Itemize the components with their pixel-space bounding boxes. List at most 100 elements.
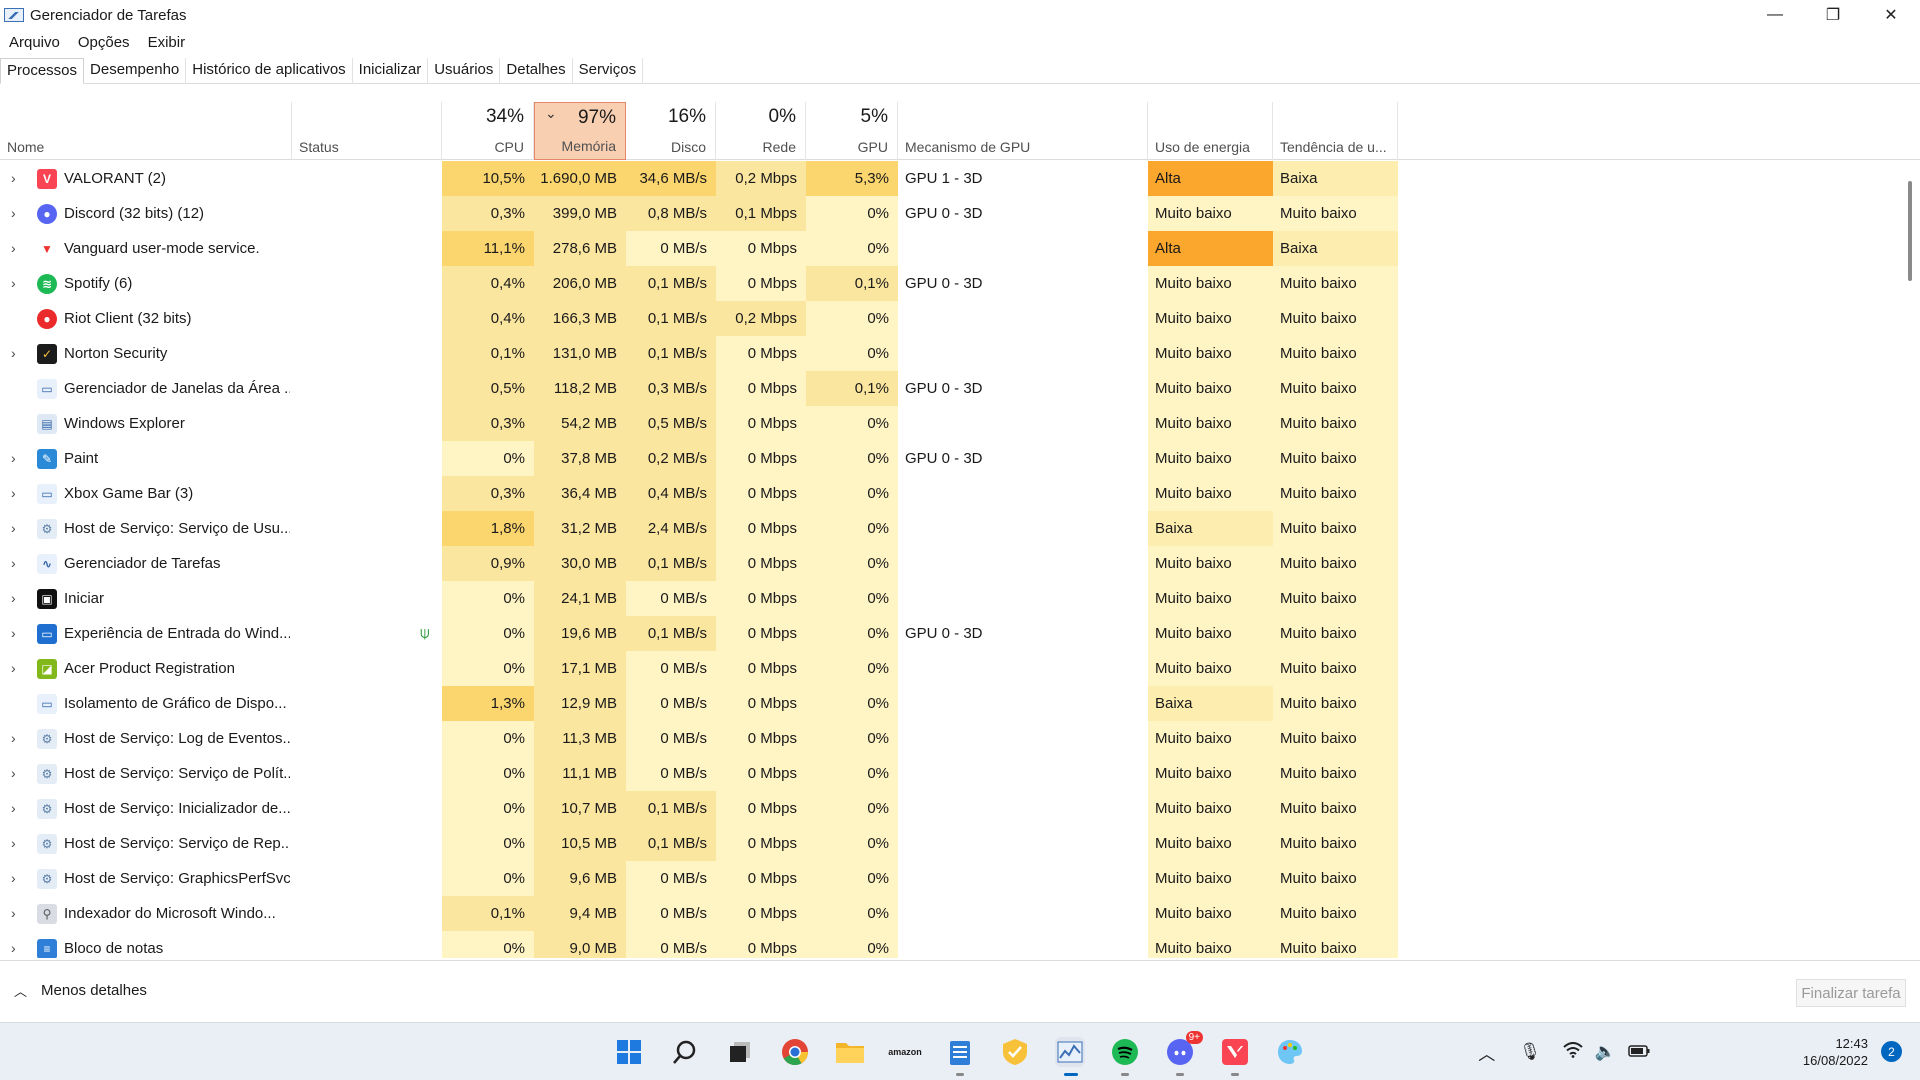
cell-cpu: 0% [442, 826, 534, 861]
windows-start-icon[interactable] [614, 1037, 644, 1067]
end-task-button[interactable]: Finalizar tarefa [1796, 979, 1906, 1007]
cell-cpu: 0,4% [442, 266, 534, 301]
column-header-disk[interactable]: 16% Disco [626, 102, 716, 160]
column-header-cpu[interactable]: 34% CPU [442, 102, 534, 160]
menu-opcoes[interactable]: Opções [69, 34, 139, 51]
spotify-icon[interactable] [1110, 1037, 1140, 1076]
valorant-icon: V [37, 169, 57, 189]
expand-chevron-icon[interactable]: › [11, 511, 16, 546]
expand-chevron-icon[interactable]: › [11, 231, 16, 266]
process-row[interactable]: ▭ Isolamento de Gráfico de Dispo... 1,3% 12… [0, 686, 1900, 721]
process-row[interactable]: › ▭ Xbox Game Bar (3) 0,3% 36,4 MB 0,4 MB/s 0 … [0, 476, 1900, 511]
norton-icon[interactable] [1000, 1037, 1030, 1067]
process-row[interactable]: › ◪ Acer Product Registration 0% 17,1 MB 0 MB… [0, 651, 1900, 686]
process-row[interactable]: › V VALORANT (2) 10,5% 1.690,0 MB 34,6 MB/s 0,… [0, 161, 1900, 196]
process-row[interactable]: › ⚙ Host de Serviço: Serviço de Usu... 1,8%… [0, 511, 1900, 546]
cell-power: Muito baixo [1148, 546, 1273, 581]
column-header-name[interactable]: Nome [0, 102, 292, 160]
chrome-icon[interactable] [780, 1037, 810, 1067]
network-total: 0% [768, 106, 796, 127]
expand-chevron-icon[interactable]: › [11, 266, 16, 301]
menu-arquivo[interactable]: Arquivo [0, 34, 69, 51]
column-header-status[interactable]: Status [292, 102, 442, 160]
tab-detalhes[interactable]: Detalhes [500, 58, 573, 84]
menu-exibir[interactable]: Exibir [139, 34, 195, 51]
task-manager-icon[interactable] [1055, 1037, 1085, 1076]
tab-servicos[interactable]: Serviços [573, 58, 644, 84]
column-header-network[interactable]: 0% Rede [716, 102, 806, 160]
cell-cpu: 1,3% [442, 686, 534, 721]
process-row[interactable]: › ≋ Spotify (6) 0,4% 206,0 MB 0,1 MB/s 0 Mbps 0… [0, 266, 1900, 301]
explorer-icon: ▤ [37, 414, 57, 434]
expand-chevron-icon[interactable]: › [11, 651, 16, 686]
cpu-total: 34% [485, 106, 524, 127]
cell-mem: 206,0 MB [534, 266, 626, 301]
process-row[interactable]: › ✓ Norton Security 0,1% 131,0 MB 0,1 MB/s 0 M… [0, 336, 1900, 371]
battery-icon[interactable] [1628, 1042, 1650, 1062]
valorant-icon[interactable] [1220, 1037, 1250, 1076]
process-row[interactable]: › ∿ Gerenciador de Tarefas 0,9% 30,0 MB 0,1 M… [0, 546, 1900, 581]
expand-chevron-icon[interactable]: › [11, 161, 16, 196]
close-button[interactable]: ✕ [1862, 0, 1920, 30]
expand-chevron-icon[interactable]: › [11, 791, 16, 826]
expand-chevron-icon[interactable]: › [11, 896, 16, 931]
expand-chevron-icon[interactable]: › [11, 196, 16, 231]
process-row[interactable]: › ⚙ Host de Serviço: Log de Eventos... 0% 11… [0, 721, 1900, 756]
process-row[interactable]: ▭ Gerenciador de Janelas da Área ... 0,5% 1… [0, 371, 1900, 406]
expand-chevron-icon[interactable]: › [11, 336, 16, 371]
paint-icon[interactable] [1275, 1037, 1305, 1067]
minimize-button[interactable]: — [1746, 0, 1804, 30]
cell-disk: 0 MB/s [626, 581, 716, 616]
volume-icon[interactable]: 🔈 [1595, 1042, 1616, 1062]
process-row[interactable]: › ▼ Vanguard user-mode service. 11,1% 278,6 … [0, 231, 1900, 266]
task-view-icon[interactable] [725, 1037, 755, 1067]
process-row[interactable]: › ▣ Iniciar 0% 24,1 MB 0 MB/s 0 Mbps 0% Muito ba… [0, 581, 1900, 616]
expand-chevron-icon[interactable]: › [11, 476, 16, 511]
column-header-gpu[interactable]: 5% GPU [806, 102, 898, 160]
search-icon[interactable] [670, 1037, 700, 1067]
wifi-icon[interactable] [1563, 1041, 1583, 1063]
tab-desempenho[interactable]: Desempenho [84, 58, 187, 84]
tab-usuarios[interactable]: Usuários [428, 58, 501, 84]
process-row[interactable]: › ● Discord (32 bits) (12) 0,3% 399,0 MB 0,8 … [0, 196, 1900, 231]
process-row[interactable]: › ⚲ Indexador do Microsoft Windo... 0,1% 9,4… [0, 896, 1900, 931]
discord-icon[interactable]: 9+ [1165, 1031, 1203, 1076]
expand-chevron-icon[interactable]: › [11, 931, 16, 958]
column-header-gpu-engine[interactable]: Mecanismo de GPU [898, 102, 1148, 160]
expand-chevron-icon[interactable]: › [11, 861, 16, 896]
column-header-power-trend[interactable]: Tendência de u... [1273, 102, 1398, 160]
expand-chevron-icon[interactable]: › [11, 826, 16, 861]
process-row[interactable]: › ⚙ Host de Serviço: Serviço de Polít... 0%… [0, 756, 1900, 791]
column-header-power[interactable]: Uso de energia [1148, 102, 1273, 160]
tab-inicializar[interactable]: Inicializar [353, 58, 429, 84]
microphone-icon[interactable]: 🎙 [1519, 1042, 1541, 1062]
process-row[interactable]: › ✎ Paint 0% 37,8 MB 0,2 MB/s 0 Mbps 0% GPU 0 - … [0, 441, 1900, 476]
chevron-up-icon[interactable]: ︿ [1478, 1040, 1495, 1065]
process-row[interactable]: › ⚙ Host de Serviço: GraphicsPerfSvc 0% 9,6 … [0, 861, 1900, 896]
process-row[interactable]: ● Riot Client (32 bits) 0,4% 166,3 MB 0,1 MB… [0, 301, 1900, 336]
process-row[interactable]: › ▭ Experiência de Entrada do Wind... ⍦ 0% 19… [0, 616, 1900, 651]
vertical-scrollbar[interactable] [1900, 161, 1920, 958]
expand-chevron-icon[interactable]: › [11, 721, 16, 756]
less-details-button[interactable]: ︿ Menos detalhes [14, 981, 147, 1000]
expand-chevron-icon[interactable]: › [11, 441, 16, 476]
expand-chevron-icon[interactable]: › [11, 756, 16, 791]
clock[interactable]: 12:43 16/08/2022 [1803, 1035, 1868, 1069]
spotify-icon: ≋ [37, 274, 57, 294]
amazon-icon[interactable]: amazon [888, 1037, 922, 1067]
process-row[interactable]: ▤ Windows Explorer 0,3% 54,2 MB 0,5 MB/s 0 Mb… [0, 406, 1900, 441]
expand-chevron-icon[interactable]: › [11, 546, 16, 581]
expand-chevron-icon[interactable]: › [11, 581, 16, 616]
scrollbar-thumb[interactable] [1908, 181, 1912, 281]
process-row[interactable]: › ⚙ Host de Serviço: Inicializador de... 0%… [0, 791, 1900, 826]
file-explorer-icon[interactable] [835, 1037, 865, 1067]
notification-badge[interactable]: 2 [1881, 1041, 1902, 1062]
restore-button[interactable]: ❐ [1804, 0, 1862, 30]
tab-processos[interactable]: Processos [0, 58, 85, 84]
column-header-memory[interactable]: ⌄ 97% Memória [534, 102, 626, 160]
process-row[interactable]: › ⚙ Host de Serviço: Serviço de Rep... 0% 10… [0, 826, 1900, 861]
process-row[interactable]: › ≡ Bloco de notas 0% 9,0 MB 0 MB/s 0 Mbps 0% Mu… [0, 931, 1900, 958]
tab-historico[interactable]: Histórico de aplicativos [186, 58, 353, 84]
expand-chevron-icon[interactable]: › [11, 616, 16, 651]
notepad-icon[interactable] [945, 1037, 975, 1076]
